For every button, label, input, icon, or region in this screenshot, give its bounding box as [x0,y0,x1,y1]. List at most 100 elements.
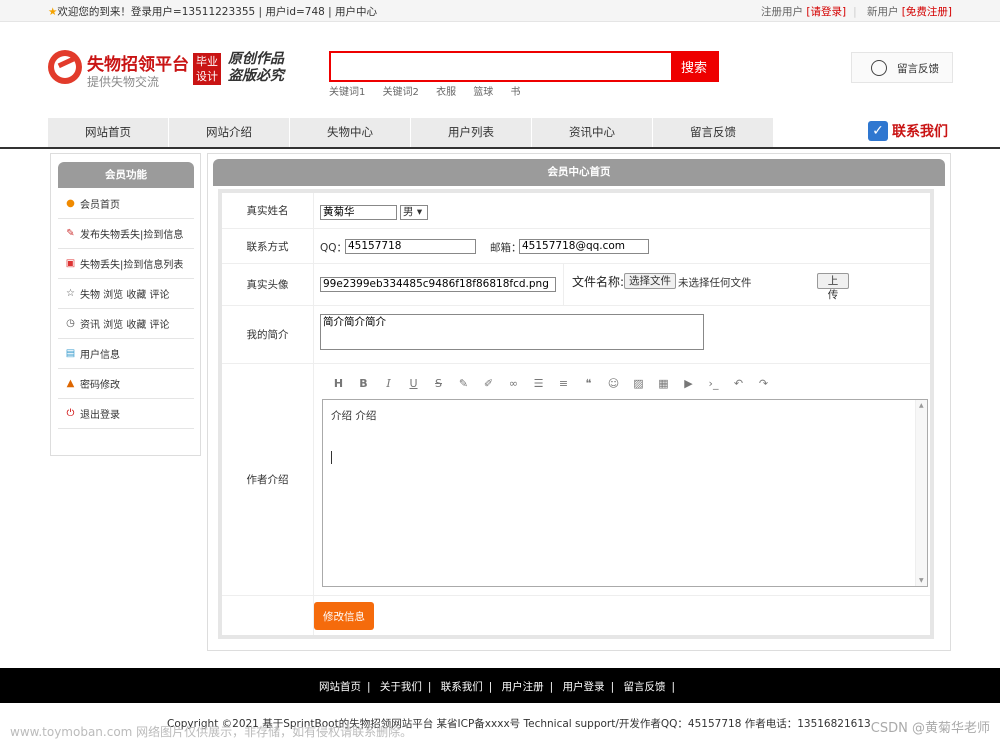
author-editor[interactable]: 介绍 介绍 ▲ ▼ [322,399,928,587]
sidebar-item-publish[interactable]: ✎ 发布失物丢失|捡到信息 [58,219,194,249]
keyword-link[interactable]: 篮球 [473,87,493,98]
logo-title[interactable]: 失物招领平台 [87,50,189,75]
graduation-badge: 毕业设计 [193,53,221,85]
editor-scrollbar[interactable]: ▲ ▼ [915,400,927,586]
sidebar-item-password[interactable]: ▲ 密码修改 [58,369,194,399]
footer: 网站首页 | 关于我们 | 联系我们 | 用户注册 | 用户登录 | 留言反馈 | [0,668,1000,703]
search-input[interactable] [331,53,671,80]
row-author: 作者介绍 H B I U S ✎ ✐ ∞ ☰ ≡ ❝ ☺ ▨ ▦ ▶ ›_ ↶ … [222,364,930,596]
sidebar-item-user-info[interactable]: ▤ 用户信息 [58,339,194,369]
clock-icon: ◷ [66,318,75,329]
clipboard-icon: ▤ [65,348,76,359]
sidebar-item-news-browse[interactable]: ◷ 资讯 浏览 收藏 评论 [58,309,194,339]
lock-icon: ▲ [66,378,75,389]
nav-item-user-list[interactable]: 用户列表 [411,118,532,147]
update-info-button[interactable]: 修改信息 [314,602,374,630]
qq-label: QQ： [320,242,348,254]
headset-icon [871,60,887,76]
footer-link-login[interactable]: 用户登录 [563,681,605,693]
redo-icon[interactable]: ↷ [751,376,776,392]
keyword-link[interactable]: 衣服 [436,87,456,98]
heading-icon[interactable]: H [326,376,351,392]
welcome-text: ★欢迎您的到来！登录用户=13511223355 | 用户id=748 | 用户… [48,6,378,18]
choose-file-button[interactable]: 选择文件 [624,273,676,289]
qq-input[interactable]: 45157718 [345,239,476,254]
italic-icon[interactable]: I [376,376,401,392]
avatar-divider [563,264,564,306]
sidebar-item-lost-browse[interactable]: ☆ 失物 浏览 收藏 评论 [58,279,194,309]
underline-icon[interactable]: U [401,376,426,392]
star-outline-icon: ☆ [66,288,75,299]
row-avatar: 真实头像 99e2399eb334485c9486f18f86818fcd.pn… [222,264,930,306]
sidebar-item-logout[interactable]: ⏻ 退出登录 [58,399,194,429]
editor-content: 介绍 介绍 [331,410,377,422]
upload-button[interactable]: 上 传 [817,273,849,301]
keyword-link[interactable]: 书 [511,87,521,98]
footer-link-about[interactable]: 关于我们 [380,681,422,693]
video-icon[interactable]: ▶ [676,376,701,392]
nav-item-about[interactable]: 网站介绍 [169,118,290,147]
real-name-label: 真实姓名 [222,193,314,228]
keyword-link[interactable]: 关键词1 [329,87,365,98]
align-icon[interactable]: ≡ [551,376,576,392]
register-user-label: 注册用户 [761,6,804,18]
top-bar: ★欢迎您的到来！登录用户=13511223355 | 用户id=748 | 用户… [0,0,1000,22]
no-file-text: 未选择任何文件 [678,277,752,289]
hot-keywords: 关键词1 关键词2 衣服 篮球 书 [329,83,535,98]
avatar-label: 真实头像 [222,264,314,305]
login-link[interactable]: [请登录] [806,6,846,18]
email-input[interactable]: 45157718@qq.com [519,239,649,254]
panel-title: 会员中心首页 [213,159,945,186]
footer-link-feedback[interactable]: 留言反馈 [623,681,665,693]
scroll-up-icon[interactable]: ▲ [919,402,924,409]
brush-icon[interactable]: ✐ [476,376,501,392]
feedback-button[interactable]: 留言反馈 [851,52,953,83]
nav-item-lost-center[interactable]: 失物中心 [290,118,411,147]
footer-link-contact[interactable]: 联系我们 [441,681,483,693]
intro-label: 我的简介 [222,306,314,363]
bold-icon[interactable]: B [351,376,376,392]
table-icon[interactable]: ▦ [651,376,676,392]
avatar-filename-input[interactable]: 99e2399eb334485c9486f18f86818fcd.png [320,277,556,292]
link-icon[interactable]: ∞ [501,376,526,392]
row-real-name: 真实姓名 黄菊华 男 ▾ [222,193,930,229]
keyword-link[interactable]: 关键词2 [383,87,419,98]
free-register-link[interactable]: [免费注册] [902,6,952,18]
logo-subtitle: 提供失物交流 [87,75,160,89]
logo-icon[interactable] [48,50,82,84]
gender-select[interactable]: 男 ▾ [400,205,428,220]
intro-textarea[interactable]: 简介简介简介 [320,314,704,350]
footer-link-home[interactable]: 网站首页 [319,681,361,693]
contact-us-link[interactable]: ✓ 联系我们 [868,121,948,141]
nav-item-news[interactable]: 资讯中心 [532,118,653,147]
profile-form: 真实姓名 黄菊华 男 ▾ 联系方式 QQ： 45157718 邮箱： 45157… [218,189,934,639]
quote-icon[interactable]: ❝ [576,376,601,392]
sidebar-item-lost-list[interactable]: ▣ 失物丢失|捡到信息列表 [58,249,194,279]
nav-item-feedback[interactable]: 留言反馈 [653,118,774,147]
new-user-label: 新用户 [866,6,899,18]
footer-link-register[interactable]: 用户注册 [502,681,544,693]
star-icon: ★ [48,6,58,18]
search-button[interactable]: 搜索 [671,53,717,80]
bullet-list-icon[interactable]: ☰ [526,376,551,392]
account-links: 注册用户 [请登录] | 新用户 [免费注册] [761,6,952,18]
nav-item-home[interactable]: 网站首页 [48,118,169,147]
checkmark-icon: ✓ [868,121,888,141]
emoji-icon[interactable]: ☺ [601,376,626,392]
code-icon[interactable]: ›_ [701,376,726,392]
home-icon: ● [66,198,75,209]
author-label: 作者介绍 [222,364,314,595]
row-intro: 我的简介 简介简介简介 [222,306,930,364]
email-label: 邮箱： [490,242,522,254]
contact-label: 联系方式 [222,229,314,263]
watermark-right: CSDN @黄菊华老师 [870,721,990,736]
sidebar-item-member-home[interactable]: ● 会员首页 [58,189,194,219]
file-name-label: 文件名称: [572,275,625,289]
scroll-down-icon[interactable]: ▼ [919,577,924,584]
strikethrough-icon[interactable]: S [426,376,451,392]
image-icon[interactable]: ▨ [626,376,651,392]
real-name-input[interactable]: 黄菊华 [320,205,397,220]
undo-icon[interactable]: ↶ [726,376,751,392]
contact-us-label: 联系我们 [892,124,948,140]
highlight-icon[interactable]: ✎ [451,376,476,392]
